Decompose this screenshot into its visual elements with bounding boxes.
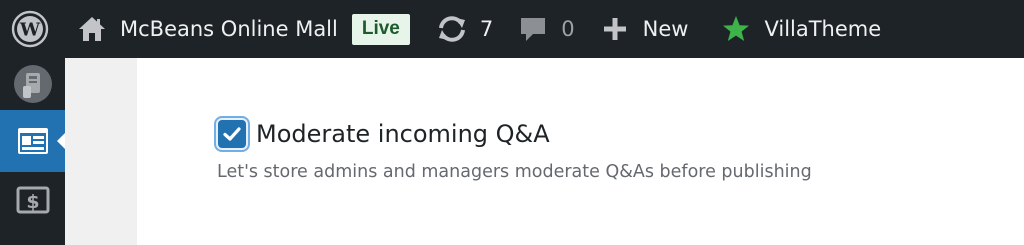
new-content-menu[interactable]: New bbox=[603, 0, 689, 58]
home-icon bbox=[79, 17, 105, 41]
moderate-qa-option: Moderate incoming Q&A bbox=[216, 118, 550, 150]
checkmark-icon bbox=[223, 127, 241, 141]
sidebar-item-plugin[interactable] bbox=[0, 58, 65, 110]
settings-panel: Moderate incoming Q&A Let's store admins… bbox=[137, 58, 1024, 245]
plugin-avatar-icon bbox=[13, 65, 52, 103]
dollar-icon: $ bbox=[16, 186, 49, 214]
updates-refresh-icon bbox=[438, 16, 465, 42]
admin-sidebar: $ bbox=[0, 58, 65, 245]
wordpress-logo-icon: W bbox=[11, 10, 49, 48]
comment-bubble-icon bbox=[521, 18, 546, 41]
admin-bar: W McBeans Online Mall Live 7 0 New Villa… bbox=[0, 0, 1024, 58]
content-background bbox=[65, 58, 137, 245]
live-badge: Live bbox=[351, 13, 410, 45]
plus-icon bbox=[603, 18, 626, 40]
product-table-icon bbox=[17, 128, 48, 154]
svg-text:$: $ bbox=[26, 191, 39, 213]
star-icon bbox=[723, 16, 750, 41]
updates-menu[interactable]: 7 bbox=[436, 0, 493, 58]
sidebar-item-pricing[interactable]: $ bbox=[0, 175, 65, 225]
wordpress-menu[interactable]: W bbox=[0, 0, 60, 58]
new-label: New bbox=[642, 17, 689, 41]
moderate-qa-description: Let's store admins and managers moderate… bbox=[217, 162, 812, 182]
site-name: McBeans Online Mall bbox=[120, 17, 338, 41]
moderate-qa-label[interactable]: Moderate incoming Q&A bbox=[256, 120, 550, 148]
site-name-menu[interactable]: McBeans Online Mall Live bbox=[78, 0, 410, 58]
comments-count: 0 bbox=[561, 17, 575, 41]
sidebar-item-product-qa[interactable] bbox=[0, 110, 65, 172]
comments-menu[interactable]: 0 bbox=[519, 0, 575, 58]
moderate-qa-checkbox[interactable] bbox=[216, 118, 248, 150]
villatheme-label: VillaTheme bbox=[764, 17, 882, 41]
villatheme-menu[interactable]: VillaTheme bbox=[722, 0, 881, 58]
svg-text:W: W bbox=[19, 20, 41, 41]
updates-count: 7 bbox=[479, 17, 494, 41]
